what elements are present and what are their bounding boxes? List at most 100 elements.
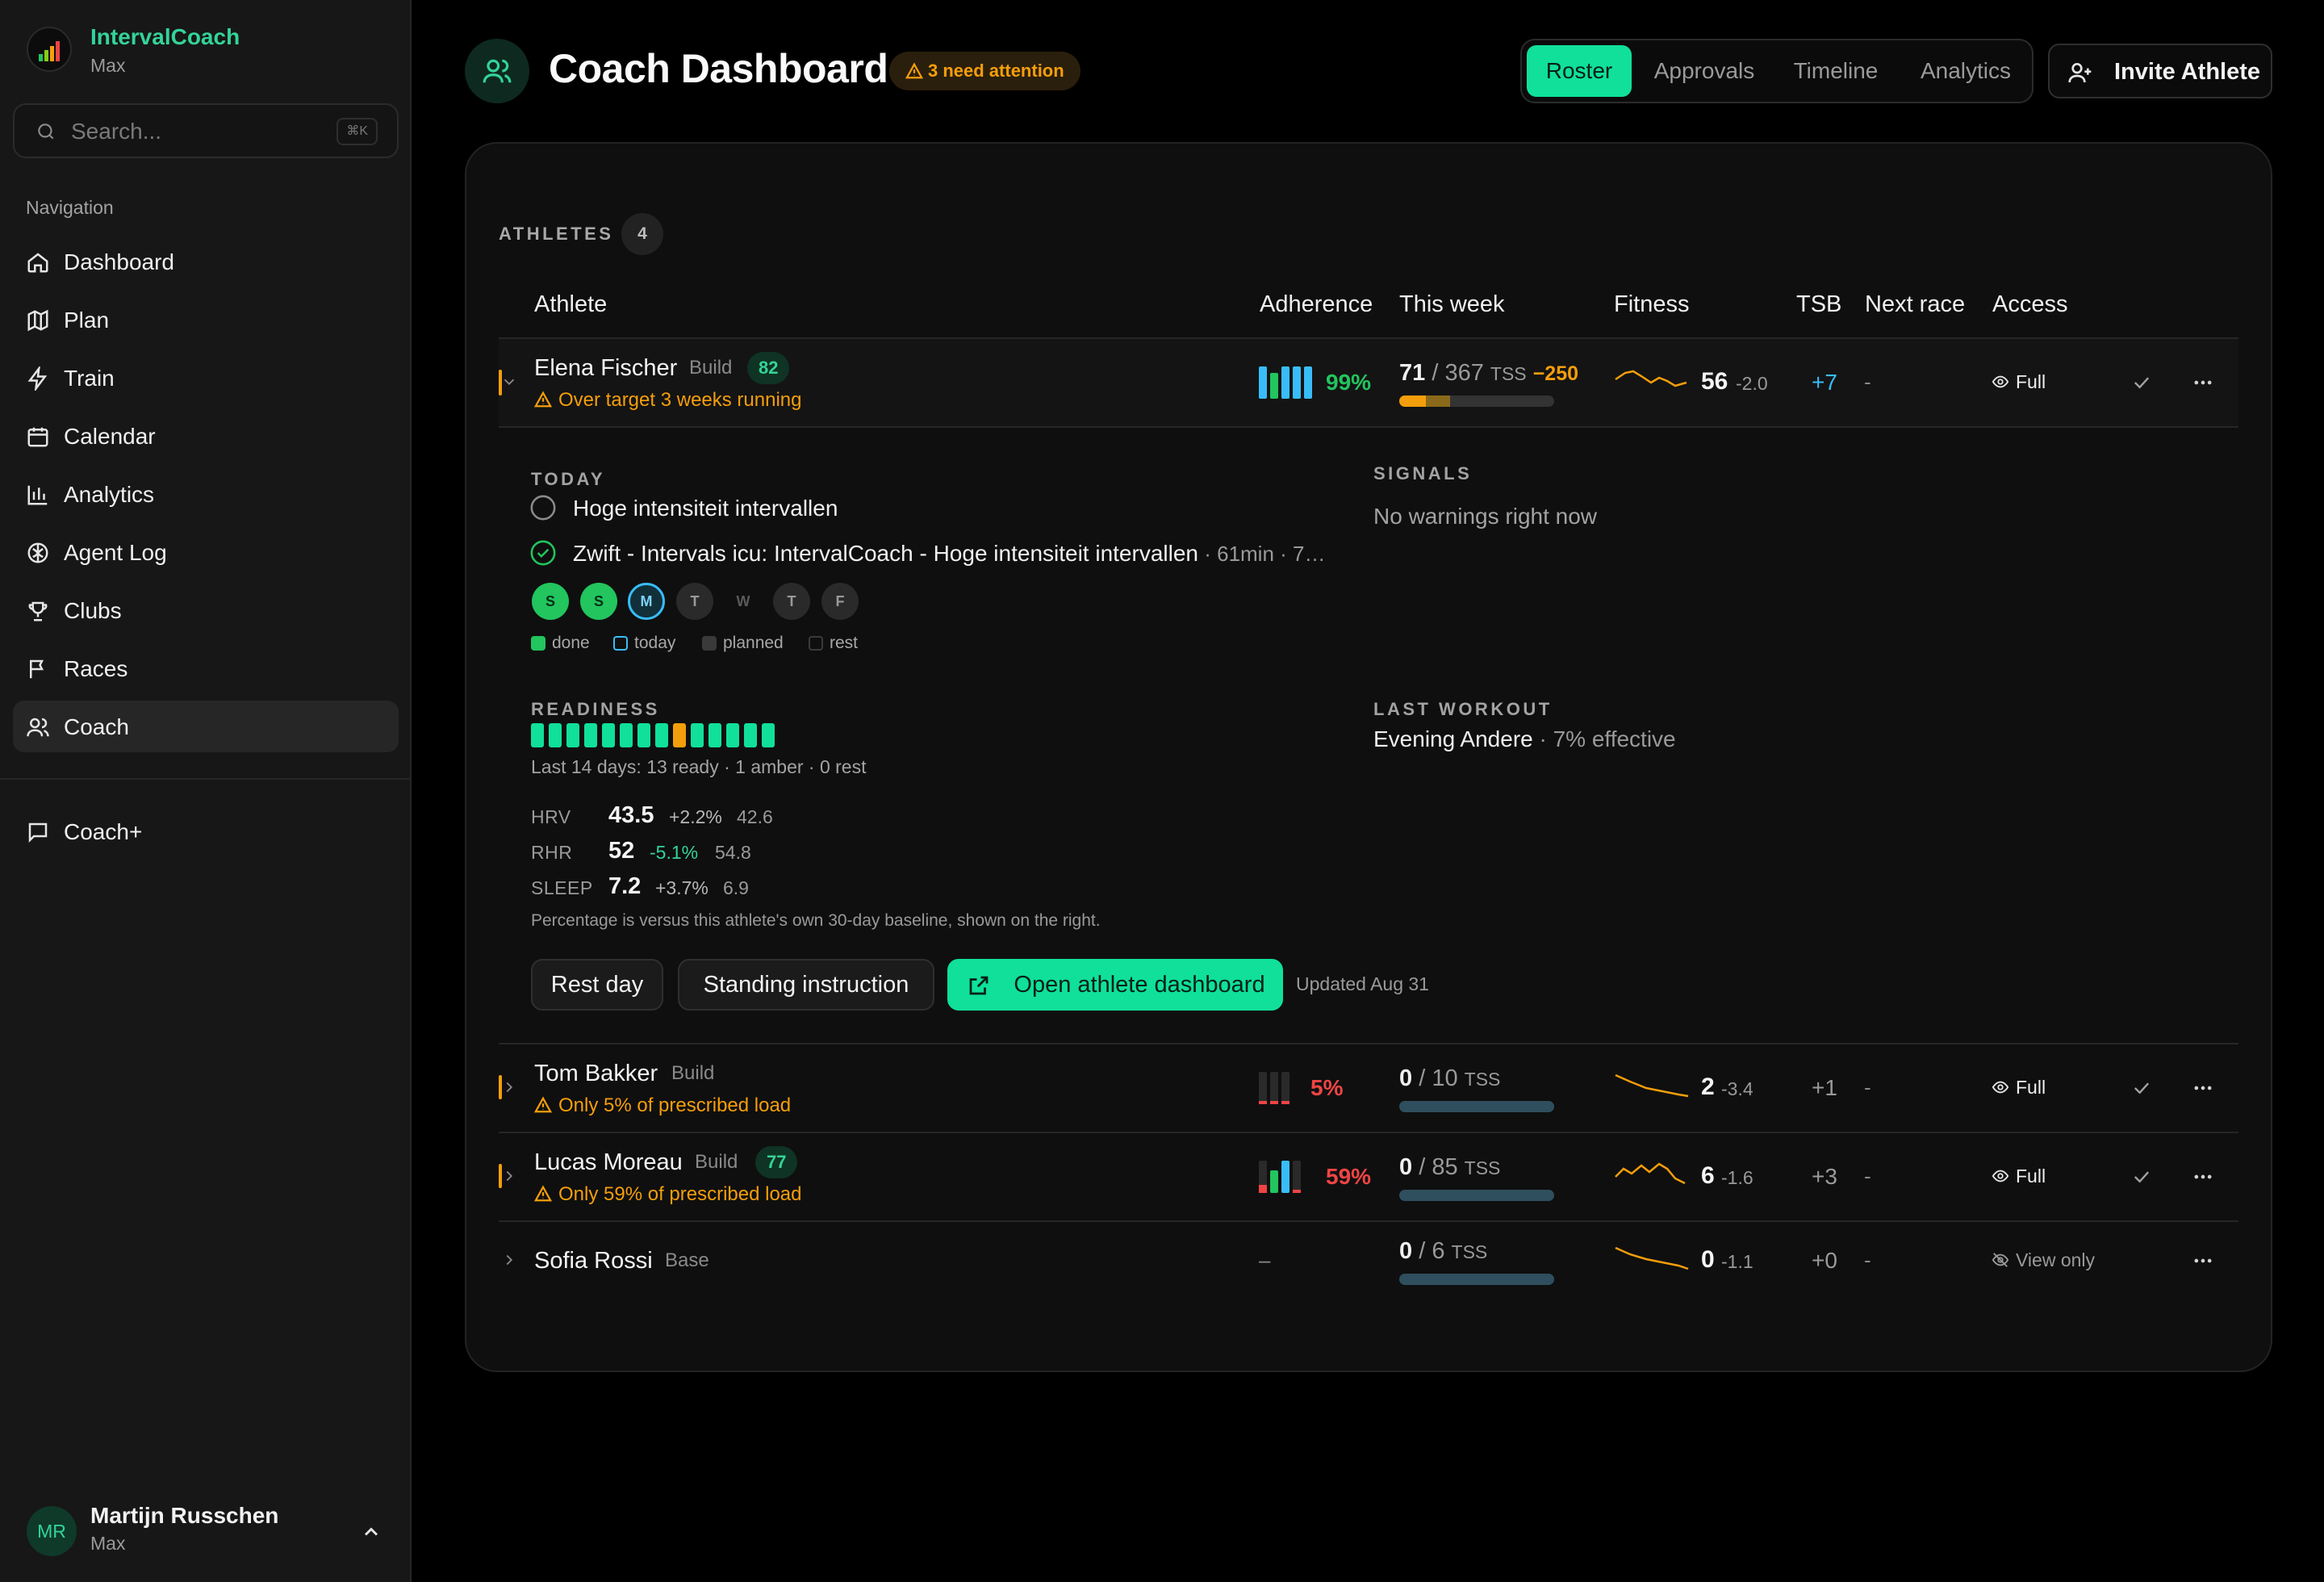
- sidebar-item-label: Dashboard: [64, 249, 174, 274]
- completed-workout[interactable]: Zwift - Intervals icu: IntervalCoach - H…: [573, 541, 1326, 567]
- week-day-dot[interactable]: F: [821, 583, 859, 620]
- week-day-dot[interactable]: S: [580, 583, 617, 620]
- column-header-adherence[interactable]: Adherence: [1260, 291, 1373, 318]
- search-shortcut: ⌘K: [336, 118, 378, 145]
- metric-value-sleep: 7.2: [608, 873, 642, 899]
- metric-label-rhr: RHR: [531, 842, 573, 863]
- readiness-day-cell: [762, 723, 775, 747]
- access-level[interactable]: Full: [1992, 371, 2046, 393]
- sidebar-item-agent-log[interactable]: Agent Log: [13, 526, 399, 578]
- sidebar-item-coach-plus[interactable]: Coach+: [13, 806, 399, 857]
- tab-timeline[interactable]: Timeline: [1775, 45, 1896, 97]
- invite-athlete-label: Invite Athlete: [2114, 59, 2261, 85]
- tss-progress-bar: [1399, 1274, 1554, 1285]
- more-options-icon[interactable]: [2192, 1077, 2214, 1099]
- sidebar-item-clubs[interactable]: Clubs: [13, 584, 399, 636]
- standing-instruction-button[interactable]: Standing instruction: [678, 959, 934, 1011]
- tab-analytics[interactable]: Analytics: [1903, 45, 2029, 97]
- tss-delta: −250: [1532, 362, 1579, 385]
- tab-approvals[interactable]: Approvals: [1640, 45, 1769, 97]
- sidebar-item-label: Train: [64, 366, 115, 391]
- week-day-dot-today[interactable]: M: [628, 583, 665, 620]
- search-input[interactable]: Search... ⌘K: [13, 103, 399, 158]
- planned-workout-title[interactable]: Hoge intensiteit intervallen: [573, 496, 838, 521]
- open-athlete-dashboard-button[interactable]: Open athlete dashboard: [947, 959, 1283, 1011]
- access-level[interactable]: View only: [1992, 1249, 2095, 1271]
- sidebar-item-analytics[interactable]: Analytics: [13, 468, 399, 520]
- planned-workout-circle-icon[interactable]: [529, 494, 557, 521]
- rest-day-button[interactable]: Rest day: [531, 959, 663, 1011]
- users-icon: [483, 59, 512, 83]
- sidebar-item-coach[interactable]: Coach: [13, 701, 399, 752]
- column-header-tsb[interactable]: TSB: [1796, 291, 1841, 318]
- brand-logo-icon[interactable]: [27, 27, 72, 72]
- metric-delta-rhr: -5.1%: [650, 842, 699, 863]
- tss-separator: /: [1419, 1065, 1426, 1091]
- athlete-name[interactable]: Tom Bakker: [534, 1061, 658, 1087]
- week-day-dot[interactable]: S: [532, 583, 569, 620]
- sidebar-item-label: Clubs: [64, 598, 122, 623]
- chevron-right-icon[interactable]: [500, 1078, 518, 1096]
- athlete-warning: Only 59% of prescribed load: [533, 1183, 802, 1206]
- brain-icon: [27, 542, 48, 563]
- adherence-percent: 59%: [1326, 1164, 1372, 1189]
- column-header-access[interactable]: Access: [1992, 291, 2067, 318]
- chevron-right-icon[interactable]: [500, 1251, 518, 1269]
- tsb-value: +3: [1812, 1164, 1837, 1189]
- athlete-score-badge: 82: [747, 352, 790, 384]
- updated-timestamp: Updated Aug 31: [1296, 973, 1429, 994]
- more-options-icon[interactable]: [2192, 371, 2214, 394]
- fitness-sparkline: [1615, 1246, 1689, 1270]
- fitness-value: 0: [1701, 1246, 1715, 1273]
- more-options-icon[interactable]: [2192, 1166, 2214, 1188]
- approve-check-icon[interactable]: [2130, 1077, 2153, 1099]
- sidebar-item-races[interactable]: Races: [13, 642, 399, 694]
- chevron-up-icon[interactable]: [360, 1521, 382, 1543]
- tss-done: 0: [1399, 1238, 1413, 1264]
- warning-icon: [533, 391, 553, 408]
- attention-badge[interactable]: 3 need attention: [889, 52, 1080, 90]
- adherence-mini-bars: [1259, 366, 1312, 399]
- approve-check-icon[interactable]: [2130, 371, 2153, 394]
- column-header-this-week[interactable]: This week: [1399, 291, 1505, 318]
- signals-section-label: SIGNALS: [1373, 463, 1473, 483]
- approve-check-icon[interactable]: [2130, 1166, 2153, 1188]
- last-workout[interactable]: Evening Andere · 7% effective: [1373, 726, 1676, 752]
- eye-icon: [1992, 375, 2009, 388]
- athlete-score-badge: 77: [755, 1146, 798, 1178]
- warning-icon: [533, 1096, 553, 1113]
- athlete-name[interactable]: Lucas Moreau: [534, 1149, 683, 1176]
- fitness-delta: -1.1: [1721, 1251, 1753, 1272]
- access-level[interactable]: Full: [1992, 1077, 2046, 1099]
- invite-athlete-button[interactable]: Invite Athlete: [2048, 44, 2272, 98]
- week-day-dot[interactable]: T: [773, 583, 810, 620]
- column-header-athlete[interactable]: Athlete: [534, 291, 607, 318]
- fitness-sparkline: [1615, 1162, 1686, 1185]
- legend-label: done: [552, 634, 590, 652]
- column-header-fitness[interactable]: Fitness: [1614, 291, 1689, 318]
- column-header-next-race[interactable]: Next race: [1865, 291, 1965, 318]
- trophy-icon: [28, 601, 48, 622]
- chevron-right-icon[interactable]: [500, 1167, 518, 1185]
- athlete-phase: Base: [665, 1249, 709, 1271]
- athlete-warning-text: Only 5% of prescribed load: [558, 1094, 792, 1116]
- baseline-note: Percentage is versus this athlete's own …: [531, 911, 1101, 930]
- sidebar-item-calendar[interactable]: Calendar: [13, 410, 399, 462]
- avatar[interactable]: MR: [27, 1506, 77, 1556]
- tss-done: 71: [1399, 360, 1426, 386]
- sidebar-item-plan[interactable]: Plan: [13, 294, 399, 345]
- week-day-dot-rest[interactable]: W: [725, 583, 762, 620]
- week-day-dot[interactable]: T: [676, 583, 713, 620]
- access-level-text: Full: [2016, 371, 2046, 392]
- sidebar-item-train[interactable]: Train: [13, 352, 399, 404]
- more-options-icon[interactable]: [2192, 1249, 2214, 1272]
- weekly-tss: 0 / 10 TSS: [1399, 1065, 1500, 1092]
- tab-roster[interactable]: Roster: [1527, 45, 1632, 97]
- chevron-down-icon[interactable]: [500, 373, 518, 391]
- tss-target: 10: [1432, 1065, 1458, 1091]
- athlete-name[interactable]: Sofia Rossi: [534, 1248, 653, 1274]
- athlete-name[interactable]: Elena Fischer: [534, 355, 677, 382]
- sidebar-item-dashboard[interactable]: Dashboard: [13, 236, 399, 287]
- access-level[interactable]: Full: [1992, 1166, 2046, 1187]
- user-name: Martijn Russchen: [90, 1503, 279, 1528]
